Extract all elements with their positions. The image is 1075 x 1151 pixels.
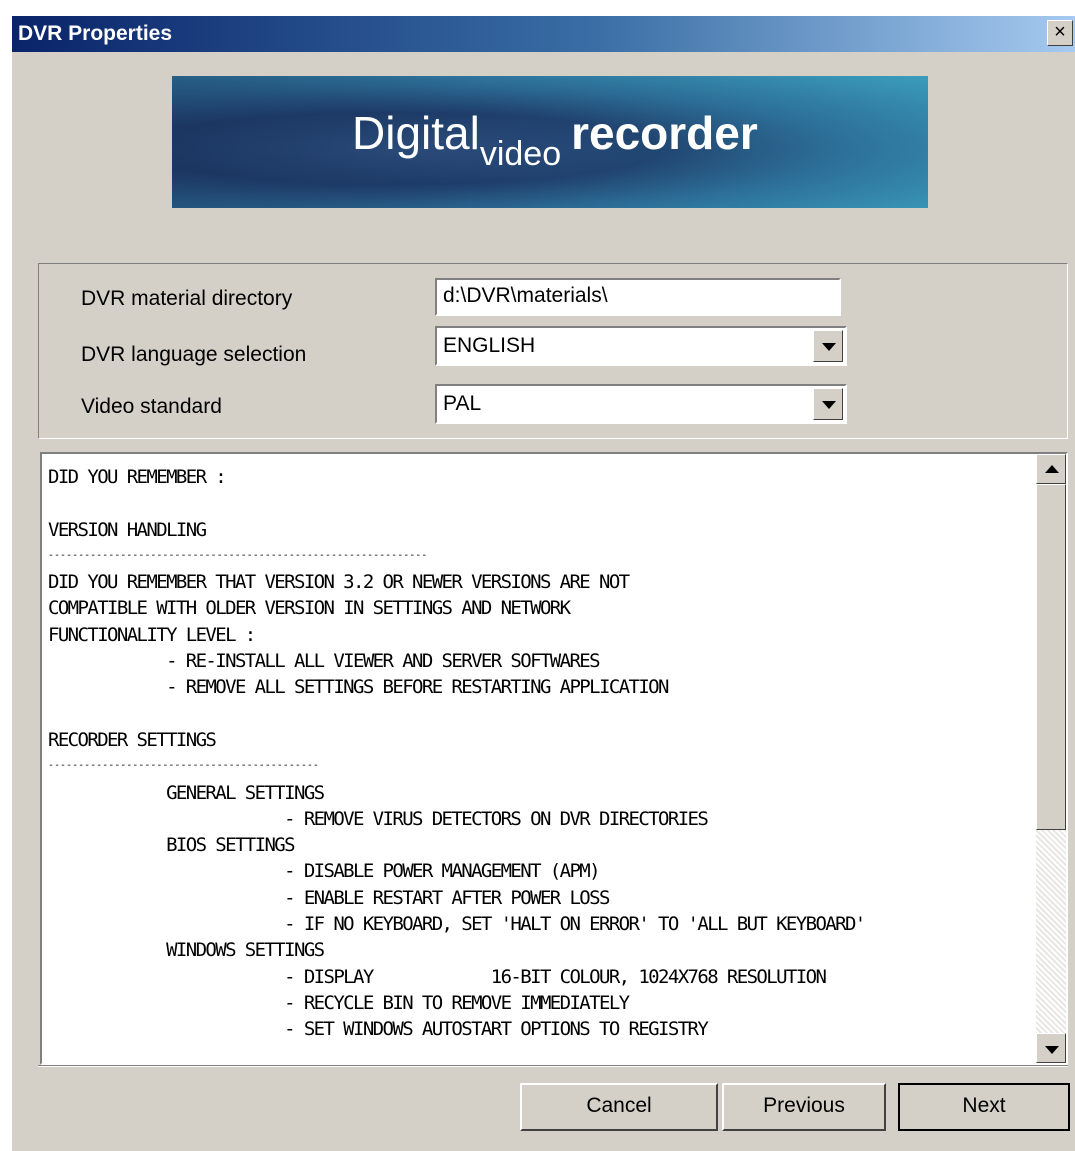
memo-line: COMPATIBLE WITH OLDER VERSION IN SETTING… xyxy=(48,597,571,620)
video-standard-select[interactable]: PAL xyxy=(435,384,847,424)
language-select[interactable]: ENGLISH xyxy=(435,326,847,366)
memo-line: - DISABLE POWER MANAGEMENT (APM) xyxy=(48,860,600,883)
arrow-down-icon xyxy=(1045,1046,1059,1054)
banner-logo: Digitalvideo recorder xyxy=(172,76,928,208)
memo-line: WINDOWS SETTINGS xyxy=(48,939,325,962)
memo-line: - RE-INSTALL ALL VIEWER AND SERVER SOFTW… xyxy=(48,650,601,673)
memo-line: DID YOU REMEMBER THAT VERSION 3.2 OR NEW… xyxy=(48,571,630,594)
memo-line xyxy=(48,701,1028,727)
material-directory-input[interactable]: d:\DVR\materials\ xyxy=(435,278,841,316)
next-button[interactable]: Next xyxy=(898,1083,1070,1131)
language-label: DVR language selection xyxy=(81,343,307,366)
memo-line: - REMOVE ALL SETTINGS BEFORE RESTARTING … xyxy=(48,676,669,699)
close-button[interactable]: × xyxy=(1047,20,1073,46)
video-standard-dropdown-button[interactable] xyxy=(813,388,843,420)
vertical-scrollbar[interactable] xyxy=(1036,454,1066,1063)
memo-line: DID YOU REMEMBER : xyxy=(48,466,227,488)
memo-line: VERSION HANDLING xyxy=(48,518,207,541)
banner-word-digital: Digital xyxy=(352,107,480,159)
chevron-down-icon xyxy=(822,343,836,351)
scroll-up-button[interactable] xyxy=(1036,454,1066,484)
scroll-down-button[interactable] xyxy=(1036,1033,1066,1063)
chevron-down-icon xyxy=(822,401,836,409)
memo-line: ----------------------------------------… xyxy=(48,760,319,772)
banner-word-video: video xyxy=(479,135,562,173)
video-standard-select-value: PAL xyxy=(443,392,482,415)
memo-line: ----------------------------------------… xyxy=(48,549,428,561)
window-title: DVR Properties xyxy=(18,22,173,45)
previous-button[interactable]: Previous xyxy=(722,1083,886,1131)
cancel-button[interactable]: Cancel xyxy=(520,1083,718,1131)
banner-text: Digitalvideo recorder xyxy=(352,106,758,173)
memo-line: FUNCTIONALITY LEVEL : xyxy=(48,623,256,646)
memo-line: - SET WINDOWS AUTOSTART OPTIONS TO REGIS… xyxy=(48,1018,709,1041)
memo-line: GENERAL SETTINGS xyxy=(48,781,325,804)
memo-line: BIOS SETTINGS xyxy=(48,834,296,857)
banner-word-recorder: recorder xyxy=(571,107,758,159)
reminder-text-content: DID YOU REMEMBER : VERSION HANDLING ----… xyxy=(48,464,1028,1043)
scrollbar-thumb[interactable] xyxy=(1036,484,1066,830)
material-directory-label: DVR material directory xyxy=(81,287,293,310)
language-select-value: ENGLISH xyxy=(443,334,536,357)
arrow-up-icon xyxy=(1045,465,1059,473)
divider xyxy=(38,1065,1068,1067)
memo-line: - ENABLE RESTART AFTER POWER LOSS xyxy=(48,886,610,909)
language-dropdown-button[interactable] xyxy=(813,330,843,362)
title-bar: DVR Properties × xyxy=(12,16,1075,52)
reminder-text-area[interactable]: DID YOU REMEMBER : VERSION HANDLING ----… xyxy=(40,452,1068,1065)
memo-line: RECORDER SETTINGS xyxy=(48,728,217,751)
memo-line: - RECYCLE BIN TO REMOVE IMMEDIATELY xyxy=(48,991,630,1014)
memo-line xyxy=(48,490,1028,516)
dvr-properties-window: DVR Properties × Digitalvideo recorder DV… xyxy=(12,16,1075,1151)
memo-line: - REMOVE VIRUS DETECTORS ON DVR DIRECTOR… xyxy=(48,807,709,830)
settings-group: DVR material directory d:\DVR\materials\… xyxy=(38,263,1068,439)
memo-line: - DISPLAY 16-BIT COLOUR, 1024X768 RESOLU… xyxy=(48,965,827,988)
video-standard-label: Video standard xyxy=(81,395,222,418)
memo-line: - IF NO KEYBOARD, SET 'HALT ON ERROR' TO… xyxy=(48,913,866,936)
